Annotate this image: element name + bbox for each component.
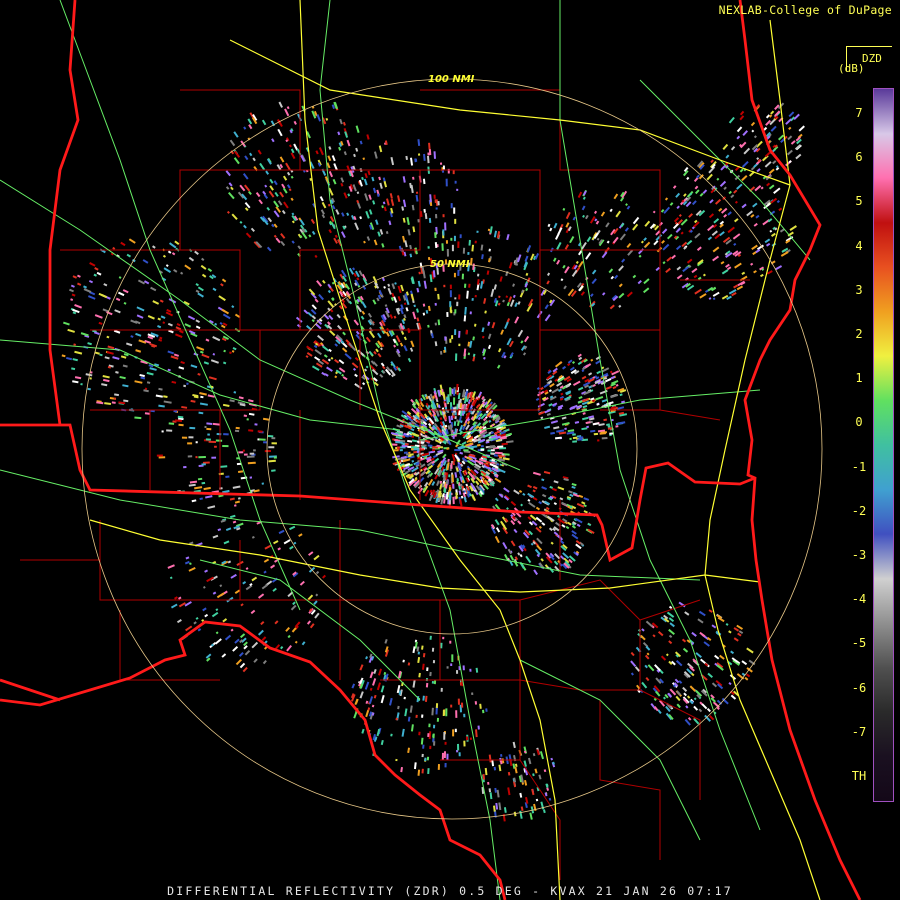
legend-tick: -3 [851,548,867,562]
legend-tick: -6 [851,680,867,695]
range-ring-label-50: 50 NMI [430,259,470,270]
legend-tick: 1 [855,371,863,386]
product-title: DIFFERENTIAL REFLECTIVITY (ZDR) 0.5 DEG … [167,884,733,898]
legend-tick: 7 [855,106,863,120]
legend-tick: 3 [855,282,863,297]
legend-tick: 6 [855,150,863,165]
legend-tick: -1 [851,459,867,474]
legend-tick: -2 [851,503,867,518]
color-scale-bar [873,88,894,802]
legend-product-label: DZD [862,52,882,65]
credit-text: NEXLAB-College of DuPage [718,3,892,17]
legend-tick: -4 [851,592,867,607]
legend-tick: TH [851,769,867,783]
range-ring-label-100: 100 NMI [428,74,475,85]
highways [0,0,811,900]
state-borders [0,0,862,900]
range-ring-50 [266,263,638,635]
range-ring-100 [81,78,823,820]
radar-map: 100 NMI 50 NMI [0,0,862,900]
legend-tick: -5 [851,636,867,651]
legend-tick: 5 [855,194,863,209]
legend-tick: 2 [855,327,863,341]
range-rings [81,78,823,820]
radar-echoes [61,101,805,822]
legend-tick: 4 [855,238,863,253]
legend-tick: 0 [855,415,863,430]
legend-tick: -7 [851,724,867,739]
legend-units-label: (dB) [838,62,865,75]
